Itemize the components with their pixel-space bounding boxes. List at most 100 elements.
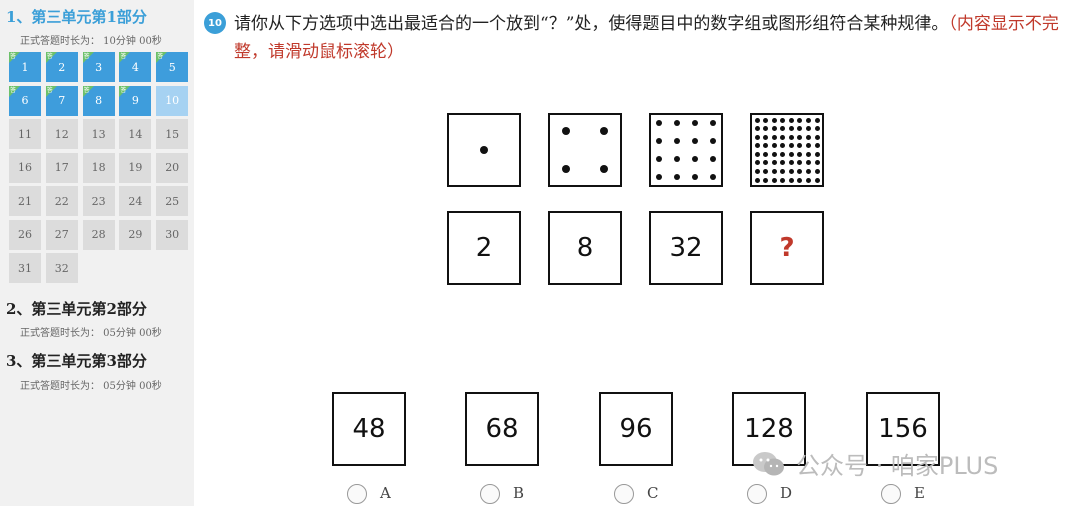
question-cell-number: 26: [18, 228, 32, 241]
question-cell[interactable]: 15: [156, 119, 189, 149]
question-cell-number: 10: [165, 94, 180, 107]
question-cell[interactable]: 22: [45, 186, 78, 216]
question-cell-number: 32: [54, 261, 69, 275]
dot: [780, 168, 786, 174]
dot: [763, 160, 769, 166]
question-cell[interactable]: 12: [45, 119, 78, 149]
question-cell[interactable]: 17: [45, 152, 78, 183]
question-cell[interactable]: 答3: [82, 52, 115, 82]
question-cell[interactable]: 答7: [45, 85, 78, 116]
question-cell[interactable]: 答9: [119, 85, 152, 116]
dot: [797, 117, 803, 123]
question-cell[interactable]: 18: [82, 152, 115, 183]
option-c-label[interactable]: C: [647, 484, 658, 502]
question-text: 请你从下方选项中选出最适合的一个放到“？”处，使得题目中的数字组或图形组符合某种…: [234, 14, 949, 34]
question-cell-number: 16: [18, 161, 32, 174]
question-cell[interactable]: 19: [119, 152, 152, 183]
question-cell[interactable]: 14: [119, 119, 152, 149]
question-cell[interactable]: 21: [9, 186, 41, 216]
dot: [797, 160, 803, 166]
dot: [710, 120, 716, 126]
question-cell[interactable]: 16: [9, 152, 41, 183]
section-1-title[interactable]: 1、第三单元第1部分: [6, 6, 147, 27]
question-cell[interactable]: 27: [45, 219, 78, 250]
option-e-label[interactable]: E: [914, 484, 925, 502]
dot: [780, 117, 786, 123]
option-c-value: 96: [599, 392, 673, 466]
question-cell[interactable]: 26: [9, 219, 41, 250]
question-cell-number: 25: [165, 194, 180, 208]
dot: [771, 151, 777, 157]
option-d-radio[interactable]: [747, 484, 767, 504]
option-a-radio[interactable]: [347, 484, 367, 504]
question-cell-number: 22: [54, 194, 69, 208]
question-cell[interactable]: 31: [9, 253, 41, 283]
question-cell[interactable]: 30: [156, 219, 189, 250]
dot: [763, 134, 769, 140]
question-cell[interactable]: 答4: [119, 52, 152, 82]
option-c-radio[interactable]: [614, 484, 634, 504]
answered-flag-mark: 答: [46, 53, 53, 60]
option-a-label[interactable]: A: [380, 484, 391, 502]
dot: [754, 143, 760, 149]
question-cell[interactable]: 24: [119, 186, 152, 216]
question-number-badge: 10: [204, 12, 226, 34]
dot: [814, 151, 820, 157]
dot: [788, 168, 794, 174]
section-2-duration: 正式答题时长为： 05分钟 00秒: [20, 328, 162, 339]
dot: [763, 151, 769, 157]
question-cell[interactable]: 答2: [45, 52, 78, 82]
dot: [674, 138, 680, 144]
option-b-radio[interactable]: [480, 484, 500, 504]
question-cell-number: 14: [128, 127, 143, 141]
question-cell[interactable]: 11: [9, 119, 41, 149]
question-cell-number: 23: [91, 194, 106, 208]
dot: [763, 143, 769, 149]
question-cell[interactable]: 13: [82, 119, 115, 149]
dot: [754, 160, 760, 166]
question-cell[interactable]: 答1: [9, 52, 41, 82]
question-cell[interactable]: 答5: [156, 52, 189, 82]
dot: [788, 134, 794, 140]
section-3-title[interactable]: 3、第三单元第3部分: [6, 350, 147, 371]
question-cell[interactable]: 20: [156, 152, 189, 183]
question-cell-number: 6: [21, 94, 29, 107]
option-b-label[interactable]: B: [513, 484, 524, 502]
answered-flag-mark: 答: [83, 53, 90, 60]
question-cell[interactable]: 23: [82, 186, 115, 216]
dot: [600, 127, 608, 135]
dot: [656, 156, 662, 162]
option-d-label[interactable]: D: [780, 484, 792, 502]
question-cell[interactable]: 28: [82, 219, 115, 250]
dot: [480, 146, 488, 154]
question-cell[interactable]: 25: [156, 186, 189, 216]
dot: [754, 126, 760, 132]
question-cell[interactable]: 答6: [9, 85, 41, 116]
answered-flag-mark: 答: [157, 53, 164, 60]
dot: [562, 127, 570, 135]
dot-figure-3: [649, 113, 723, 187]
option-e-radio[interactable]: [881, 484, 901, 504]
dot: [771, 126, 777, 132]
question-cell-number: 3: [95, 60, 103, 74]
question-cell-number: 5: [168, 60, 176, 74]
question-cell[interactable]: 答8: [82, 85, 115, 116]
dot: [780, 134, 786, 140]
section-2-title[interactable]: 2、第三单元第2部分: [6, 298, 147, 319]
question-cell-number: 15: [165, 127, 180, 141]
dot: [710, 138, 716, 144]
dot: [805, 160, 811, 166]
question-cell[interactable]: 32: [45, 253, 78, 283]
dot: [771, 143, 777, 149]
question-cell[interactable]: 29: [119, 219, 152, 250]
dot: [763, 168, 769, 174]
dot: [780, 126, 786, 132]
dot: [754, 134, 760, 140]
question-cell[interactable]: 10: [156, 85, 189, 116]
dot: [562, 165, 570, 173]
dot: [692, 174, 698, 180]
dot: [754, 151, 760, 157]
question-cell-number: 31: [18, 261, 32, 275]
dot: [692, 120, 698, 126]
dot: [656, 174, 662, 180]
